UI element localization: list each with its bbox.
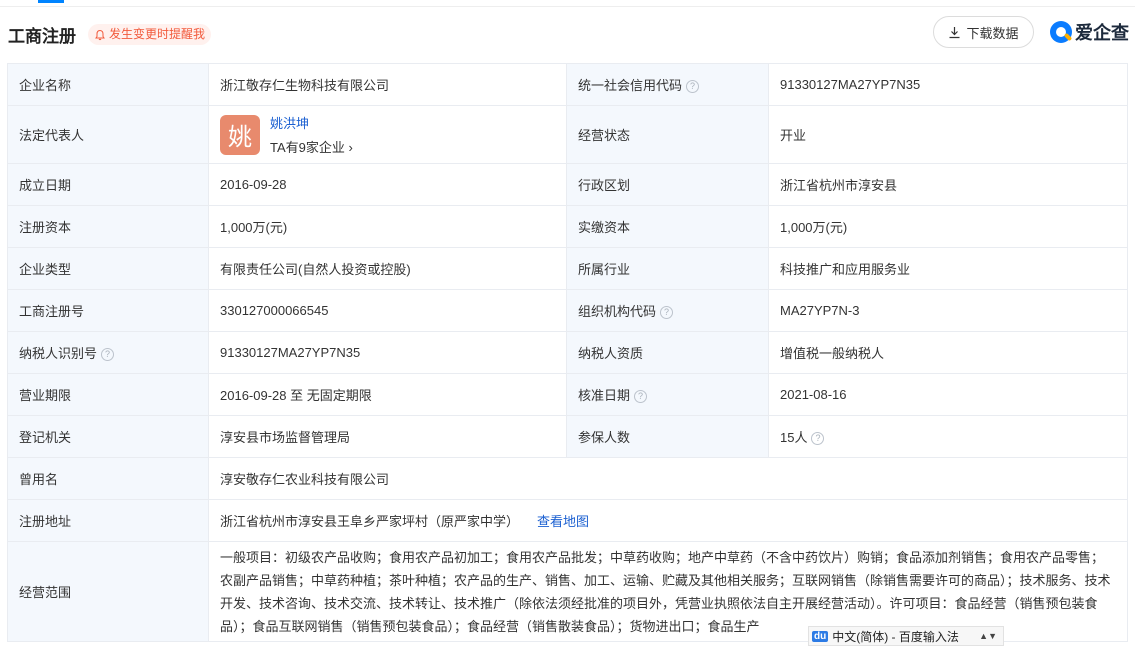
company-name-label: 企业名称	[7, 63, 209, 106]
founded-date-value: 2016-09-28	[208, 163, 567, 206]
founded-date-label: 成立日期	[7, 163, 209, 206]
org-code-label: 组织机构代码	[578, 304, 657, 319]
registration-authority-label: 登记机关	[7, 415, 209, 458]
help-circle-icon[interactable]: ?	[660, 306, 674, 320]
registered-capital-label: 注册资本	[7, 205, 209, 248]
bell-icon	[95, 29, 105, 40]
credit-code-label: 统一社会信用代码	[578, 78, 683, 93]
company-name-value: 浙江敬存仁生物科技有限公司	[208, 63, 567, 106]
former-name-value: 淳安敬存仁农业科技有限公司	[208, 457, 1128, 500]
active-tab-indicator	[38, 0, 64, 3]
taxpayer-id-label: 纳税人识别号	[19, 346, 98, 361]
insured-count-value: 15人	[780, 430, 808, 445]
help-circle-icon[interactable]: ?	[101, 348, 115, 362]
insured-count-label: 参保人数	[566, 415, 769, 458]
scrollbar[interactable]	[1135, 0, 1140, 649]
insured-count-cell: 15人?	[768, 415, 1128, 458]
updown-arrows-icon[interactable]: ▲▼	[979, 631, 997, 641]
top-divider	[0, 6, 1140, 7]
credit-code-label-cell: 统一社会信用代码?	[566, 63, 769, 106]
table-row: 工商注册号 330127000066545 组织机构代码? MA27YP7N-3	[7, 289, 1128, 332]
logo-text: 爱企查	[1075, 23, 1129, 43]
table-row: 法定代表人 姚 姚洪坤 TA有9家企业 › 经营状态 开业	[7, 105, 1128, 164]
former-name-label: 曾用名	[7, 457, 209, 500]
section-header: 工商注册 发生变更时提醒我 下载数据 爱企查	[0, 14, 1140, 54]
org-code-value: MA27YP7N-3	[768, 289, 1128, 332]
legal-rep-companies-label: TA有9家企业	[270, 140, 345, 155]
status-value: 开业	[768, 105, 1128, 164]
change-reminder-label: 发生变更时提醒我	[109, 27, 206, 41]
table-row: 企业名称 浙江敬存仁生物科技有限公司 统一社会信用代码? 91330127MA2…	[7, 63, 1128, 106]
registration-authority-value: 淳安县市场监督管理局	[208, 415, 567, 458]
legal-rep-label: 法定代表人	[7, 105, 209, 164]
business-term-value: 2016-09-28 至 无固定期限	[208, 373, 567, 416]
help-circle-icon[interactable]: ?	[634, 390, 648, 404]
company-type-value: 有限责任公司(自然人投资或控股)	[208, 247, 567, 290]
help-circle-icon[interactable]: ?	[811, 432, 825, 446]
approval-date-label: 核准日期	[578, 388, 631, 403]
status-label: 经营状态	[566, 105, 769, 164]
registration-number-label: 工商注册号	[7, 289, 209, 332]
credit-code-value: 91330127MA27YP7N35	[768, 63, 1128, 106]
table-row: 成立日期 2016-09-28 行政区划 浙江省杭州市淳安县	[7, 163, 1128, 206]
logo-mark-icon	[1050, 21, 1072, 43]
approval-date-label-cell: 核准日期?	[566, 373, 769, 416]
approval-date-value: 2021-08-16	[768, 373, 1128, 416]
table-row: 注册资本 1,000万(元) 实缴资本 1,000万(元)	[7, 205, 1128, 248]
region-label: 行政区划	[566, 163, 769, 206]
ime-status-bar[interactable]: du 中文(简体) - 百度输入法 ▲▼	[808, 626, 1004, 646]
registration-number-value: 330127000066545	[208, 289, 567, 332]
org-code-label-cell: 组织机构代码?	[566, 289, 769, 332]
change-reminder-button[interactable]: 发生变更时提醒我	[88, 24, 212, 45]
address-label: 注册地址	[7, 499, 209, 542]
table-row: 纳税人识别号? 91330127MA27YP7N35 纳税人资质 增值税一般纳税…	[7, 331, 1128, 374]
aiqicha-logo[interactable]: 爱企查	[1050, 19, 1129, 45]
taxpayer-qualification-value: 增值税一般纳税人	[768, 331, 1128, 374]
company-type-label: 企业类型	[7, 247, 209, 290]
industry-label: 所属行业	[566, 247, 769, 290]
registered-capital-value: 1,000万(元)	[208, 205, 567, 248]
paid-capital-label: 实缴资本	[566, 205, 769, 248]
legal-rep-companies-link[interactable]: TA有9家企业 ›	[270, 137, 353, 156]
table-row: 曾用名 淳安敬存仁农业科技有限公司	[7, 457, 1128, 500]
business-term-label: 营业期限	[7, 373, 209, 416]
legal-rep-name-link[interactable]: 姚洪坤	[270, 113, 353, 132]
section-title: 工商注册	[8, 27, 76, 46]
table-row: 注册地址 浙江省杭州市淳安县王阜乡严家坪村（原严家中学） 查看地图	[7, 499, 1128, 542]
taxpayer-qualification-label: 纳税人资质	[566, 331, 769, 374]
region-value: 浙江省杭州市淳安县	[768, 163, 1128, 206]
avatar[interactable]: 姚	[220, 114, 260, 155]
registration-info-table: 企业名称 浙江敬存仁生物科技有限公司 统一社会信用代码? 91330127MA2…	[7, 63, 1128, 642]
ime-language-label: 中文(简体) - 百度输入法	[832, 629, 959, 644]
taxpayer-id-label-cell: 纳税人识别号?	[7, 331, 209, 374]
table-row: 企业类型 有限责任公司(自然人投资或控股) 所属行业 科技推广和应用服务业	[7, 247, 1128, 290]
paid-capital-value: 1,000万(元)	[768, 205, 1128, 248]
download-label: 下载数据	[966, 25, 1019, 41]
view-map-link[interactable]: 查看地图	[537, 514, 589, 529]
industry-value: 科技推广和应用服务业	[768, 247, 1128, 290]
download-data-button[interactable]: 下载数据	[933, 16, 1034, 48]
help-circle-icon[interactable]: ?	[686, 80, 700, 94]
chevron-right-icon: ›	[348, 140, 353, 155]
address-cell: 浙江省杭州市淳安县王阜乡严家坪村（原严家中学） 查看地图	[208, 499, 1128, 542]
table-row: 登记机关 淳安县市场监督管理局 参保人数 15人?	[7, 415, 1128, 458]
baidu-ime-icon: du	[812, 630, 829, 642]
legal-rep-cell: 姚 姚洪坤 TA有9家企业 ›	[208, 105, 567, 164]
download-icon	[949, 26, 960, 38]
business-scope-label: 经营范围	[7, 541, 209, 642]
taxpayer-id-value: 91330127MA27YP7N35	[208, 331, 567, 374]
table-row: 营业期限 2016-09-28 至 无固定期限 核准日期? 2021-08-16	[7, 373, 1128, 416]
address-value: 浙江省杭州市淳安县王阜乡严家坪村（原严家中学）	[220, 514, 520, 529]
